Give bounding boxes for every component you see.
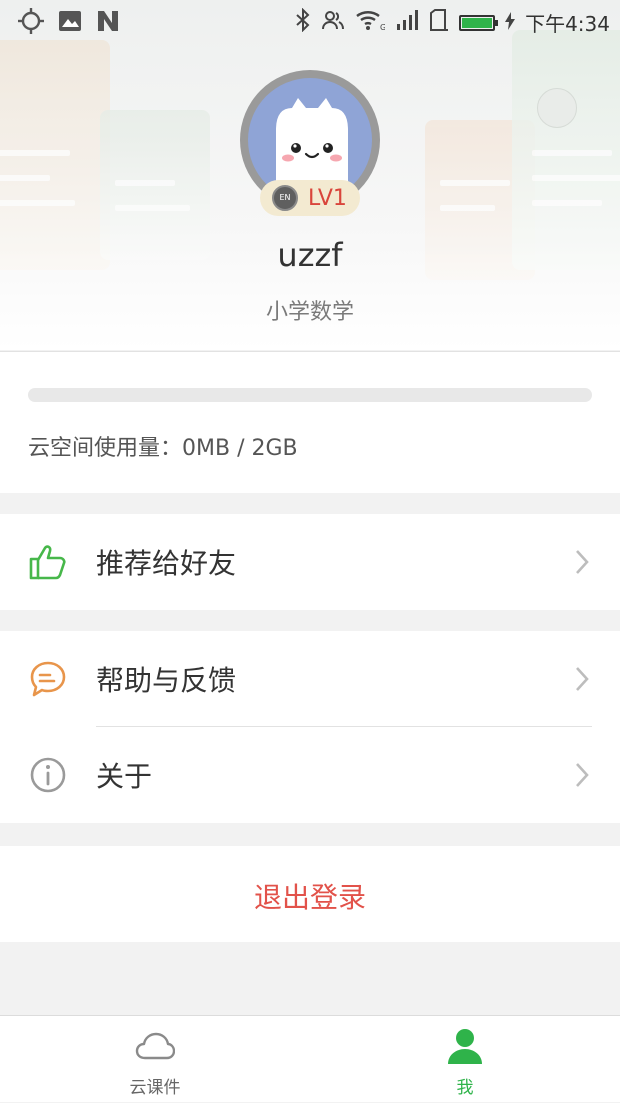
signal-icon: [395, 9, 419, 36]
menu-item-label: 帮助与反馈: [96, 664, 237, 697]
tab-label: 云课件: [129, 1078, 181, 1098]
person-icon: [445, 1028, 485, 1064]
wifi-icon: G: [355, 8, 386, 37]
level-label: LV1: [308, 185, 347, 211]
chat-bubble-icon: [28, 659, 68, 699]
svg-text:G: G: [380, 23, 385, 32]
menu-item-about[interactable]: 关于: [0, 727, 620, 823]
storage-usage-label: 云空间使用量：0MB / 2GB: [28, 436, 298, 461]
logout-label: 退出登录: [253, 881, 366, 914]
tab-label: 我: [456, 1078, 474, 1098]
background-document-decoration: [512, 30, 620, 270]
chevron-right-icon: [572, 665, 592, 693]
battery-level-fill: [462, 17, 493, 28]
cloud-icon: [135, 1028, 176, 1064]
status-bar: G 下午4:34: [0, 0, 620, 40]
menu-card-share: 推荐给好友: [0, 514, 620, 610]
bluetooth-icon: [295, 7, 311, 37]
logout-button[interactable]: 退出登录: [0, 846, 620, 942]
contacts-icon: [321, 9, 345, 36]
background-avatar-decoration: [537, 88, 577, 128]
bottom-tab-bar: 云课件 我: [0, 1015, 620, 1102]
charging-icon: [505, 11, 516, 35]
storage-progress-bar: [28, 388, 592, 402]
crosshair-icon: [18, 8, 44, 39]
chevron-right-icon: [572, 761, 592, 789]
info-icon: [28, 755, 68, 795]
sim-icon: [429, 9, 449, 36]
battery-icon: [459, 14, 499, 31]
image-icon: [58, 10, 82, 37]
menu-item-label: 推荐给好友: [96, 547, 237, 580]
status-time: 下午4:34: [525, 12, 610, 36]
menu-item-label: 关于: [96, 760, 153, 793]
n-icon: [96, 9, 120, 38]
menu-card-support: 帮助与反馈 关于: [0, 631, 620, 823]
profile-header: G 下午4:34 EN LV1 uzzf 小学数学: [0, 0, 620, 350]
chevron-right-icon: [572, 548, 592, 576]
subject-label: 小学数学: [265, 300, 354, 325]
tab-cloud-courseware[interactable]: 云课件: [0, 1016, 310, 1103]
cloud-storage-section: 云空间使用量：0MB / 2GB: [0, 351, 620, 493]
menu-item-help-feedback[interactable]: 帮助与反馈: [0, 631, 620, 727]
username: uzzf: [277, 236, 343, 274]
menu-item-recommend[interactable]: 推荐给好友: [0, 514, 620, 610]
thumbs-up-icon: [28, 542, 68, 582]
level-badge: EN LV1: [260, 180, 360, 216]
tab-me[interactable]: 我: [310, 1016, 620, 1103]
medal-icon: EN: [272, 185, 298, 211]
